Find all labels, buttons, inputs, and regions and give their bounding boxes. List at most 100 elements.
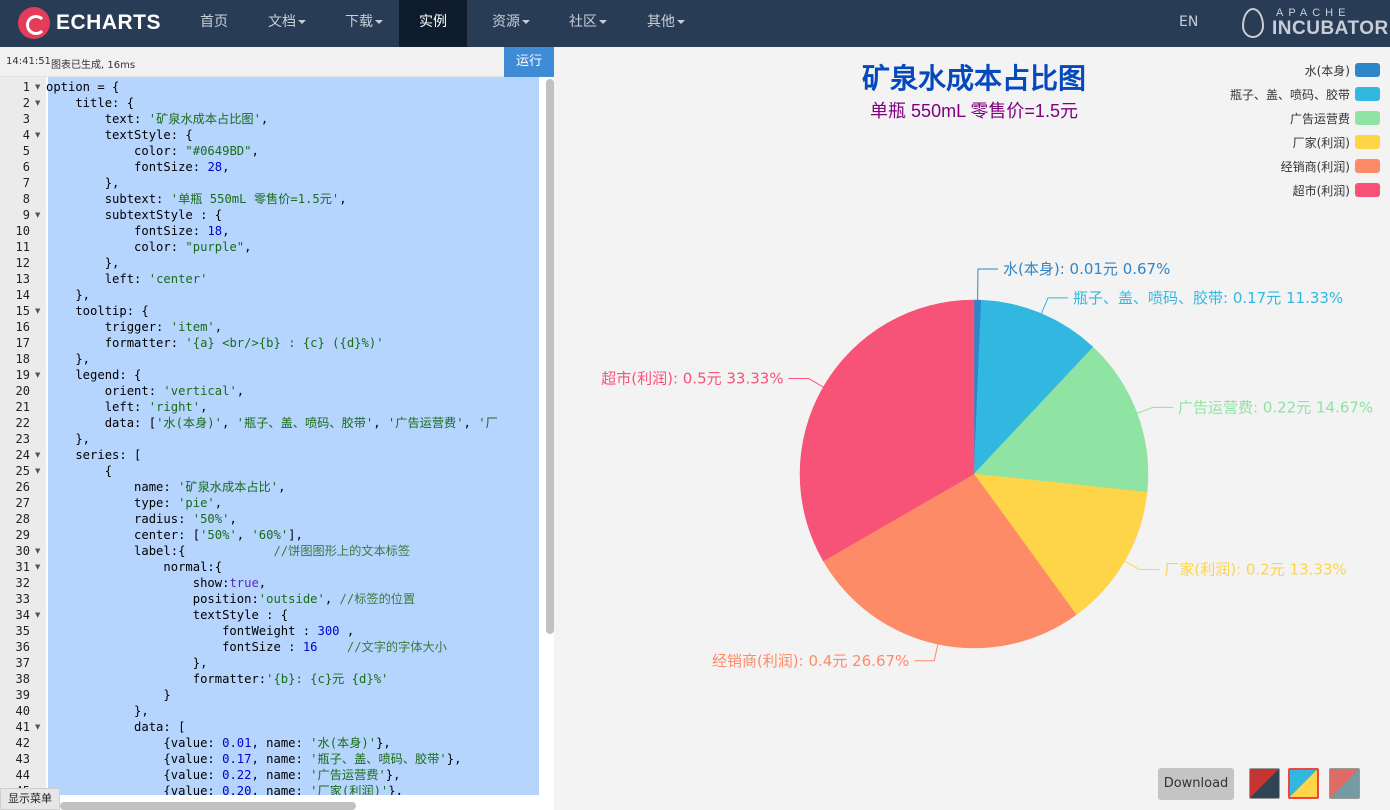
- chevron-down-icon: [375, 20, 383, 24]
- legend-item[interactable]: 厂家(利润): [1293, 134, 1380, 150]
- nav-item-3[interactable]: 实例: [399, 0, 467, 47]
- pie-data-label: 超市(利润): 0.5元 33.33%: [601, 370, 783, 388]
- show-menu-button[interactable]: 显示菜单: [0, 788, 60, 810]
- line-number: 16: [15, 320, 30, 334]
- apache-incubator-logo[interactable]: APACHE INCUBATOR: [1242, 6, 1388, 40]
- code-line: show:true,: [46, 576, 267, 590]
- line-number: 7: [22, 176, 30, 190]
- line-number: 39: [15, 688, 30, 702]
- legend-item[interactable]: 水(本身): [1305, 62, 1380, 78]
- legend-item[interactable]: 超市(利润): [1293, 182, 1380, 198]
- status-message: 图表已生成, 16ms: [51, 60, 136, 71]
- nav-item-5[interactable]: 社区: [565, 0, 611, 47]
- legend-item[interactable]: 广告运营费: [1290, 110, 1380, 126]
- legend-swatch: [1355, 183, 1380, 197]
- legend-swatch: [1355, 159, 1380, 173]
- line-number: 14: [15, 288, 30, 302]
- line-number: 34: [15, 608, 30, 622]
- code-line: fontWeight : 300 ,: [46, 624, 355, 638]
- code-line: color: "#0649BD",: [46, 144, 259, 158]
- nav-item-6[interactable]: 其他: [643, 0, 689, 47]
- code-line: color: "purple",: [46, 240, 252, 254]
- code-line: textStyle: {: [46, 128, 193, 142]
- echarts-logo[interactable]: ECHARTS: [18, 7, 161, 39]
- nav-item-0[interactable]: 首页: [196, 0, 232, 47]
- line-number: 35: [15, 624, 30, 638]
- code-line: series: [: [46, 448, 142, 462]
- label-guide-line: [1040, 297, 1068, 314]
- line-number: 29: [15, 528, 30, 542]
- code-text-area[interactable]: option = { title: { text: '矿泉水成本占比图', te…: [46, 77, 539, 795]
- fold-arrow-icon[interactable]: ▼: [35, 543, 40, 559]
- code-line: },: [46, 432, 91, 446]
- code-line: },: [46, 352, 91, 366]
- line-number: 31: [15, 560, 30, 574]
- code-line: position:'outside', //标签的位置: [46, 592, 416, 606]
- fold-arrow-icon[interactable]: ▼: [35, 463, 40, 479]
- code-line: title: {: [46, 96, 135, 110]
- nav-item-4[interactable]: 资源: [488, 0, 534, 47]
- download-button[interactable]: Download: [1158, 768, 1234, 800]
- code-line: radius: '50%',: [46, 512, 237, 526]
- line-number: 13: [15, 272, 30, 286]
- code-line: data: ['水(本身)', '瓶子、盖、喷码、胶带', '广告运营费', '…: [46, 416, 498, 430]
- legend-label: 厂家(利润): [1292, 135, 1350, 150]
- code-line: {: [46, 464, 113, 478]
- top-nav: ECHARTS 首页 文档 下载 实例 资源 社区 其他 EN APACHE INCUBAT…: [0, 0, 1390, 47]
- run-button[interactable]: 运行: [504, 47, 554, 77]
- line-number: 28: [15, 512, 30, 526]
- line-number: 9: [22, 208, 30, 222]
- code-line: trigger: 'item',: [46, 320, 223, 334]
- theme-light-button[interactable]: [1288, 768, 1319, 799]
- incubator-word: INCUBATOR: [1272, 18, 1389, 39]
- line-number: 15: [15, 304, 30, 318]
- line-number: 17: [15, 336, 30, 350]
- line-number: 18: [15, 352, 30, 366]
- code-line: option = {: [46, 80, 120, 94]
- code-line: formatter: '{a} <br/>{b} : {c} ({d}%)': [46, 336, 384, 350]
- nav-item-label: 其他: [647, 14, 675, 30]
- legend-item[interactable]: 瓶子、盖、喷码、胶带: [1230, 86, 1380, 102]
- theme-default-button[interactable]: [1249, 768, 1280, 799]
- code-line: normal:{: [46, 560, 223, 574]
- fold-arrow-icon[interactable]: ▼: [35, 607, 40, 623]
- language-switch[interactable]: EN: [1179, 0, 1198, 45]
- fold-arrow-icon[interactable]: ▼: [35, 127, 40, 143]
- label-guide-line: [788, 378, 824, 388]
- nav-item-label: 文档: [268, 14, 296, 30]
- fold-arrow-icon[interactable]: ▼: [35, 207, 40, 223]
- code-line: },: [46, 656, 208, 670]
- theme-dark-button[interactable]: [1329, 768, 1360, 799]
- fold-arrow-icon[interactable]: ▼: [35, 719, 40, 735]
- code-line: },: [46, 256, 120, 270]
- line-number-gutter: 1 ▼ 2 ▼ 3 4 ▼ 5 6 7 8 9 ▼ 10 11 12 13 14 15 ▼ 16 17 18 19 ▼ 20 21 2…: [0, 77, 46, 810]
- fold-arrow-icon[interactable]: ▼: [35, 303, 40, 319]
- legend-label: 经销商(利润): [1280, 159, 1350, 174]
- legend-label: 超市(利润): [1292, 183, 1350, 198]
- code-line: textStyle : {: [46, 608, 289, 622]
- nav-item-label: 社区: [569, 14, 597, 30]
- nav-item-1[interactable]: 文档: [264, 0, 310, 47]
- vertical-scrollbar[interactable]: [546, 79, 554, 634]
- legend-item[interactable]: 经销商(利润): [1281, 158, 1380, 174]
- fold-arrow-icon[interactable]: ▼: [35, 79, 40, 95]
- line-number: 1: [22, 80, 30, 94]
- fold-arrow-icon[interactable]: ▼: [35, 95, 40, 111]
- horizontal-scrollbar[interactable]: [60, 802, 356, 810]
- label-guide-line: [1136, 406, 1173, 414]
- line-number: 30: [15, 544, 30, 558]
- code-line: },: [46, 288, 91, 302]
- pie-data-label: 厂家(利润): 0.2元 13.33%: [1164, 561, 1346, 579]
- line-number: 19: [15, 368, 30, 382]
- fold-arrow-icon[interactable]: ▼: [35, 367, 40, 383]
- fold-arrow-icon[interactable]: ▼: [35, 447, 40, 463]
- code-line: subtext: '单瓶 550mL 零售价=1.5元',: [46, 192, 347, 206]
- code-line: text: '矿泉水成本占比图',: [46, 112, 269, 126]
- nav-item-label: 下载: [345, 14, 373, 30]
- fold-arrow-icon[interactable]: ▼: [35, 559, 40, 575]
- logo-text: ECHARTS: [56, 11, 162, 34]
- nav-item-2[interactable]: 下载: [341, 0, 387, 47]
- line-number: 25: [15, 464, 30, 478]
- line-number: 20: [15, 384, 30, 398]
- legend-label: 水(本身): [1304, 63, 1350, 78]
